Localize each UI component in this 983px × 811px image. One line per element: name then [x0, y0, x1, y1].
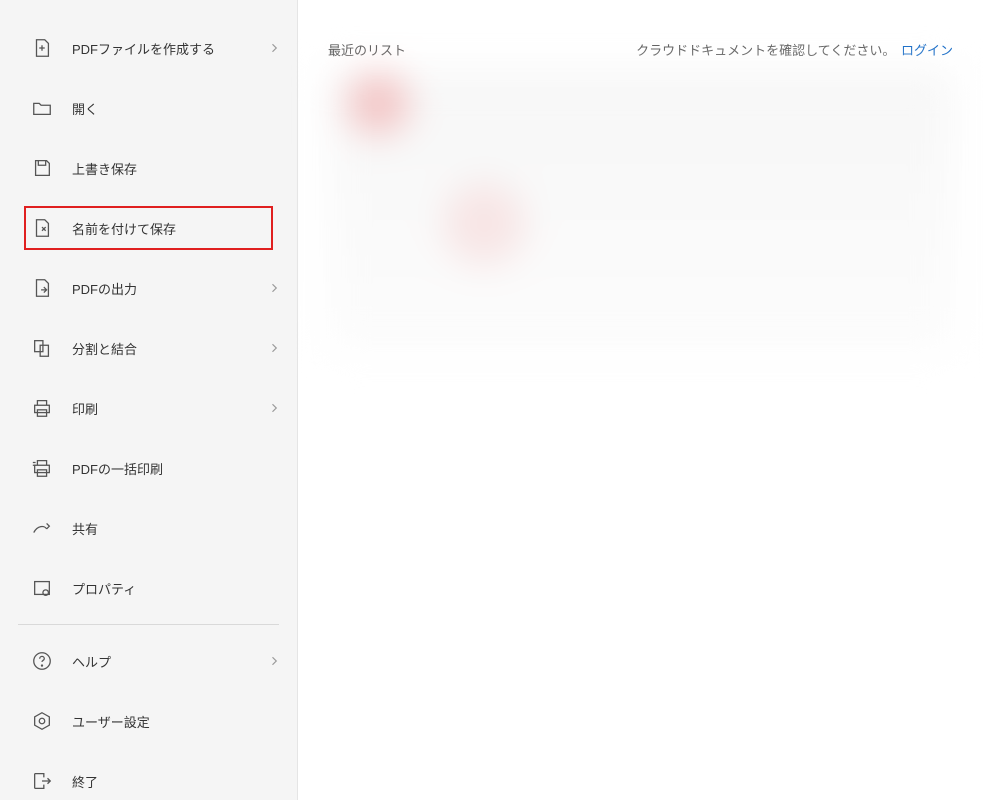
menu-label: PDFの一括印刷 [72, 459, 279, 478]
menu-exit[interactable]: 終了 [0, 751, 297, 811]
menu-print[interactable]: 印刷 [0, 378, 297, 438]
file-plus-icon [30, 36, 54, 60]
login-link[interactable]: ログイン [901, 43, 953, 58]
chevron-right-icon [269, 280, 279, 296]
menu-label: PDFファイルを作成する [72, 39, 269, 58]
cloud-message: クラウドドキュメントを確認してください。 [636, 43, 895, 58]
menu-label: ヘルプ [72, 652, 269, 671]
menu-properties[interactable]: プロパティ [0, 558, 297, 618]
menu-label: 印刷 [72, 399, 269, 418]
help-icon [30, 649, 54, 673]
gear-icon [30, 709, 54, 733]
menu-label: プロパティ [72, 579, 279, 598]
menu-save-as[interactable]: 名前を付けて保存 [0, 198, 297, 258]
main-header: 最近のリスト クラウドドキュメントを確認してください。 ログイン [328, 40, 953, 59]
printer-icon [30, 396, 54, 420]
menu-batch-print[interactable]: PDFの一括印刷 [0, 438, 297, 498]
menu-label: PDFの出力 [72, 279, 269, 298]
export-icon [30, 276, 54, 300]
cloud-area: クラウドドキュメントを確認してください。 ログイン [636, 40, 953, 59]
split-merge-icon [30, 336, 54, 360]
menu-label: 終了 [72, 772, 279, 791]
save-icon [30, 156, 54, 180]
menu-label: 名前を付けて保存 [72, 219, 279, 238]
menu-share[interactable]: 共有 [0, 498, 297, 558]
menu-label: 共有 [72, 519, 279, 538]
menu-label: 開く [72, 99, 279, 118]
menu-help[interactable]: ヘルプ [0, 631, 297, 691]
exit-icon [30, 769, 54, 793]
sidebar-divider [18, 624, 279, 625]
chevron-right-icon [269, 40, 279, 56]
chevron-right-icon [269, 653, 279, 669]
sidebar: PDFファイルを作成する 開く 上書き保存 名前を付けて保存 PDFの出力 [0, 0, 298, 800]
menu-save[interactable]: 上書き保存 [0, 138, 297, 198]
main-panel: 最近のリスト クラウドドキュメントを確認してください。 ログイン [298, 0, 983, 800]
menu-user-settings[interactable]: ユーザー設定 [0, 691, 297, 751]
folder-open-icon [30, 96, 54, 120]
menu-open[interactable]: 開く [0, 78, 297, 138]
save-as-icon [30, 216, 54, 240]
menu-label: ユーザー設定 [72, 712, 279, 731]
recent-list-blurred [328, 70, 953, 350]
chevron-right-icon [269, 340, 279, 356]
batch-print-icon [30, 456, 54, 480]
menu-create-pdf[interactable]: PDFファイルを作成する [0, 18, 297, 78]
share-icon [30, 516, 54, 540]
recent-list-title: 最近のリスト [328, 40, 406, 59]
menu-split-merge[interactable]: 分割と結合 [0, 318, 297, 378]
menu-label: 上書き保存 [72, 159, 279, 178]
properties-icon [30, 576, 54, 600]
chevron-right-icon [269, 400, 279, 416]
menu-label: 分割と結合 [72, 339, 269, 358]
menu-export-pdf[interactable]: PDFの出力 [0, 258, 297, 318]
